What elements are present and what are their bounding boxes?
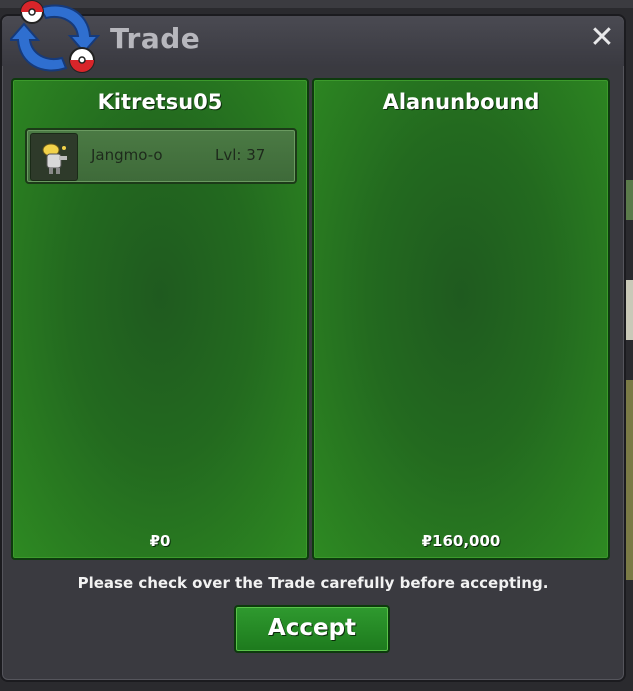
player-name-left: Kitretsu05 xyxy=(97,90,223,114)
money-amount-right: ₽160,000 xyxy=(421,532,501,550)
trade-panel-right: Alanunbound ₽160,000 xyxy=(312,78,610,560)
accept-button[interactable]: Accept xyxy=(234,605,390,653)
background-scene-strip xyxy=(625,180,633,220)
window-title: Trade xyxy=(110,22,201,55)
trade-panel-left: Kitretsu05 Jangmo-o Lvl: 37 ₽0 xyxy=(11,78,309,560)
title-bar[interactable]: Trade ✕ xyxy=(2,0,624,73)
pokemon-level: Lvl: 37 xyxy=(215,146,266,164)
pokemon-name: Jangmo-o xyxy=(91,146,163,164)
trade-window: Trade ✕ Kitretsu05 Jangmo-o Lvl: 37 ₽0 A… xyxy=(0,0,626,682)
close-icon[interactable]: ✕ xyxy=(588,23,616,53)
trade-item-slot[interactable]: Jangmo-o Lvl: 37 xyxy=(25,128,297,184)
trade-notice: Please check over the Trade carefully be… xyxy=(77,574,549,592)
background-scene-strip xyxy=(625,380,633,580)
pokemon-sprite-icon xyxy=(30,133,78,181)
background-scene-strip xyxy=(625,280,633,340)
trade-logo-icon xyxy=(10,0,100,73)
player-name-right: Alanunbound xyxy=(382,90,540,114)
money-amount-left: ₽0 xyxy=(149,532,171,550)
